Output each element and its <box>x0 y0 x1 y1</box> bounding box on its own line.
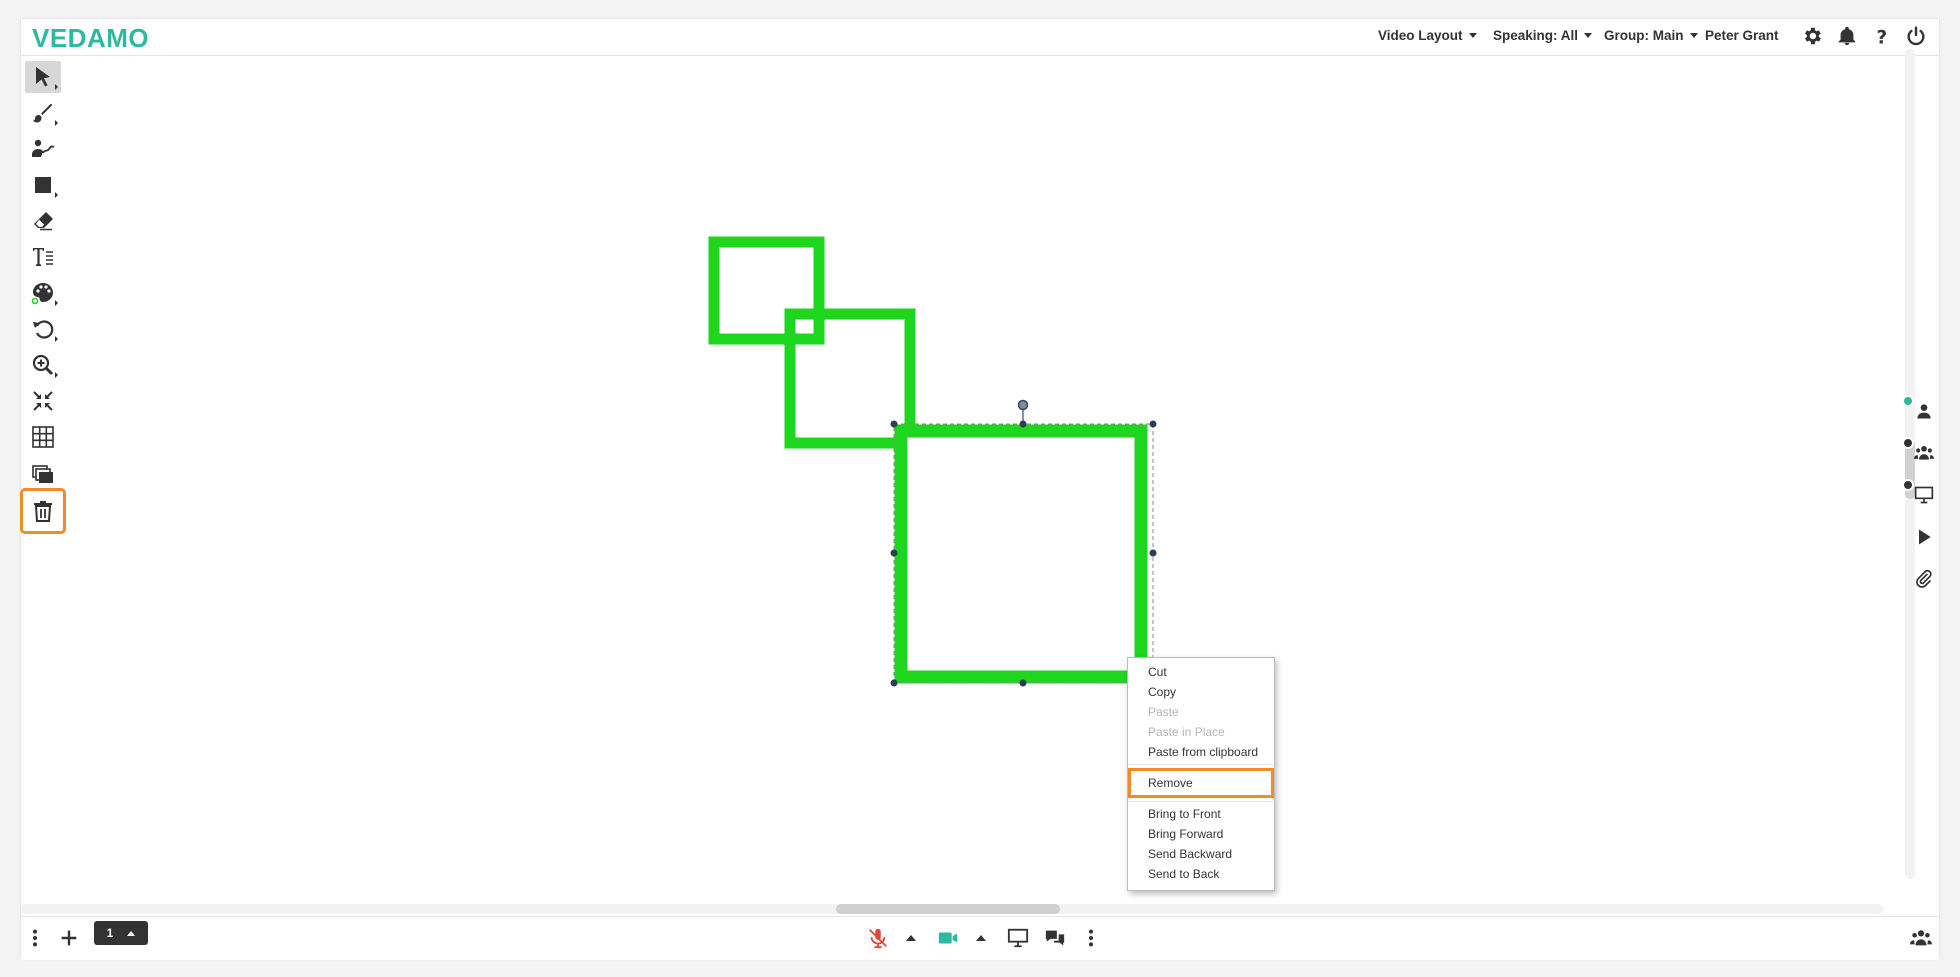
help-icon[interactable]: ? <box>1871 25 1893 48</box>
resize-handle-nw[interactable] <box>890 420 898 428</box>
whiteboard-canvas[interactable] <box>63 56 1903 916</box>
menu-item-cut[interactable]: Cut <box>1128 662 1274 682</box>
video-badge-icon <box>1902 437 1914 449</box>
presenter-pen-tool[interactable] <box>25 133 61 165</box>
color-tool[interactable] <box>25 277 61 309</box>
video-layout-menu[interactable]: Video Layout <box>1378 28 1477 43</box>
resize-handle-sw[interactable] <box>890 679 898 687</box>
group-camera-icon[interactable] <box>1914 443 1934 463</box>
zoom-tool[interactable] <box>25 349 61 381</box>
bell-icon[interactable] <box>1836 25 1858 47</box>
fit-tool[interactable] <box>25 385 61 417</box>
play-icon[interactable] <box>1914 527 1934 547</box>
text-tool[interactable] <box>25 241 61 273</box>
menu-item-paste-in-place: Paste in Place <box>1148 725 1225 739</box>
rotate-handle[interactable] <box>1017 399 1029 411</box>
select-tool[interactable] <box>25 61 61 93</box>
eraser-icon <box>34 212 53 231</box>
grid-icon <box>32 426 54 448</box>
palette-icon <box>31 283 53 305</box>
bottom-bar: 1 <box>21 916 1939 960</box>
gear-icon[interactable] <box>1801 25 1823 47</box>
paperclip-icon[interactable] <box>1914 569 1934 589</box>
menu-item-paste-from-clipboard[interactable]: Paste from clipboard <box>1128 742 1274 762</box>
camera-options-chevron-icon[interactable] <box>976 935 986 941</box>
undo-tool[interactable] <box>25 313 61 345</box>
screen-icon[interactable] <box>1914 485 1934 505</box>
chevron-up-icon <box>127 930 136 936</box>
canvas-drawing <box>708 236 1157 687</box>
user-name[interactable]: Peter Grant <box>1705 28 1779 43</box>
menu-item-paste: Paste <box>1148 705 1179 719</box>
horizontal-scrollbar[interactable] <box>21 904 1883 914</box>
menu-item-send-backward[interactable]: Send Backward <box>1128 844 1274 864</box>
menu-divider <box>1128 801 1274 802</box>
resize-handle-w[interactable] <box>890 549 898 557</box>
drawing-toolbar <box>20 59 66 553</box>
delete-tool[interactable] <box>20 488 66 534</box>
eraser-tool[interactable] <box>25 205 61 237</box>
right-rail <box>1890 49 1938 909</box>
svg-text:?: ? <box>1877 27 1888 47</box>
shape-rectangle-small[interactable] <box>708 236 825 345</box>
group-menu[interactable]: Group: Main <box>1604 28 1698 43</box>
magnifier-plus-icon <box>32 354 54 376</box>
speaking-label: Speaking: All <box>1493 28 1579 43</box>
resize-handle-n[interactable] <box>1019 420 1027 428</box>
menu-item-remove[interactable]: Remove <box>1128 768 1274 798</box>
shape-rectangle-large[interactable] <box>894 424 1148 684</box>
brush-icon <box>33 104 52 123</box>
trash-icon <box>34 501 52 522</box>
layers-icon <box>32 465 53 483</box>
grid-tool[interactable] <box>25 421 61 453</box>
add-page-icon[interactable] <box>58 927 80 949</box>
participants-icon[interactable] <box>1910 927 1932 949</box>
pointer-arrow-icon <box>36 67 50 87</box>
layers-tool[interactable] <box>25 457 61 489</box>
square-icon <box>35 177 51 193</box>
chevron-down-icon <box>1468 32 1477 38</box>
screen-share-icon[interactable] <box>1007 927 1029 949</box>
context-menu: Cut Copy Paste Paste in Place Paste from… <box>1127 657 1275 891</box>
user-camera-icon[interactable] <box>1914 401 1934 421</box>
video-badge-icon <box>1902 395 1914 407</box>
more-vertical-icon[interactable] <box>1080 927 1102 949</box>
mic-muted-icon[interactable] <box>867 927 889 949</box>
menu-divider <box>1128 764 1274 765</box>
speaking-menu[interactable]: Speaking: All <box>1493 28 1593 43</box>
resize-handle-s[interactable] <box>1019 679 1027 687</box>
brush-tool[interactable] <box>25 97 61 129</box>
compress-icon <box>33 391 53 411</box>
vedamo-logo: VEDAMO <box>32 23 150 53</box>
horizontal-scrollbar-thumb[interactable] <box>836 904 1060 914</box>
more-vertical-icon[interactable] <box>24 927 46 949</box>
page-number: 1 <box>106 926 114 940</box>
page-selector[interactable]: 1 <box>94 921 148 945</box>
top-bar: VEDAMO Video Layout Speaking: All Group:… <box>21 19 1939 56</box>
chevron-down-icon <box>1584 32 1593 38</box>
person-pen-icon <box>32 139 55 157</box>
menu-item-copy[interactable]: Copy <box>1128 682 1274 702</box>
menu-item-bring-forward[interactable]: Bring Forward <box>1128 824 1274 844</box>
camera-icon[interactable] <box>937 927 959 949</box>
menu-item-send-to-back[interactable]: Send to Back <box>1128 864 1274 884</box>
app-window: VEDAMO Video Layout Speaking: All Group:… <box>20 19 1939 960</box>
chevron-down-icon <box>1689 32 1698 38</box>
mic-options-chevron-icon[interactable] <box>906 935 916 941</box>
text-icon <box>33 248 53 266</box>
video-badge-icon <box>1902 479 1914 491</box>
power-icon[interactable] <box>1905 25 1927 47</box>
shape-tool[interactable] <box>25 169 61 201</box>
video-layout-label: Video Layout <box>1378 28 1463 43</box>
menu-item-bring-to-front[interactable]: Bring to Front <box>1128 804 1274 824</box>
chat-icon[interactable] <box>1044 927 1066 949</box>
resize-handle-e[interactable] <box>1149 549 1157 557</box>
undo-icon <box>33 320 54 339</box>
resize-handle-ne[interactable] <box>1149 420 1157 428</box>
group-label: Group: Main <box>1604 28 1684 43</box>
